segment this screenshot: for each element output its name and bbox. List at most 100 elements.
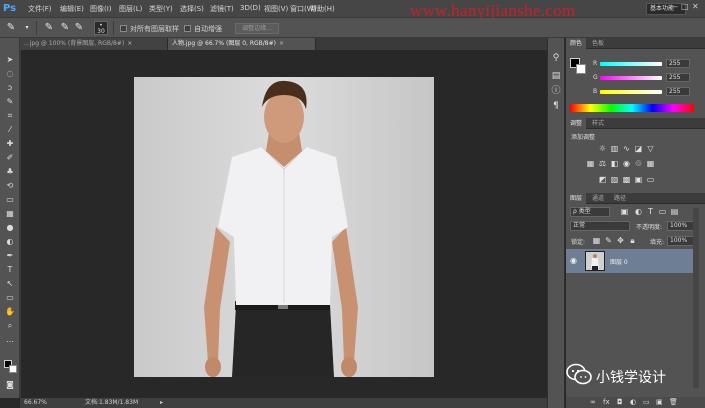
lasso-tool-icon[interactable]: ↄ xyxy=(4,83,16,93)
crop-tool-icon[interactable]: ⌗ xyxy=(4,111,16,121)
history-brush-tool-icon[interactable]: ⟲ xyxy=(4,181,16,191)
blend-mode-select[interactable]: 正常 xyxy=(570,221,630,231)
edit-toolbar-icon[interactable]: … xyxy=(4,335,16,345)
healing-brush-tool-icon[interactable]: ✚ xyxy=(4,139,16,149)
tool-preset-dropdown-icon[interactable]: ▾ xyxy=(20,21,34,35)
background-color-swatch[interactable] xyxy=(9,365,17,373)
quick-selection-tool-icon[interactable]: ✎ xyxy=(4,97,16,107)
green-slider[interactable] xyxy=(600,76,662,80)
brightness-icon[interactable]: ☼ xyxy=(598,144,607,153)
filter-smart-object-icon[interactable]: ▤ xyxy=(670,207,679,216)
selective-color-icon[interactable]: ▣ xyxy=(634,175,643,184)
marquee-tool-icon[interactable]: ◌ xyxy=(4,69,16,79)
green-value-field[interactable]: 255 xyxy=(666,73,690,82)
eyedropper-tool-icon[interactable]: ⁄ xyxy=(4,125,16,135)
vibrance-icon[interactable]: ▽ xyxy=(646,144,655,153)
new-layer-icon[interactable]: ▣ xyxy=(656,398,663,406)
zoom-level-field[interactable]: 66.67% xyxy=(24,398,47,407)
menu-layer[interactable]: 图层(L) xyxy=(119,4,142,14)
hand-tool-icon[interactable]: ✋ xyxy=(4,307,16,317)
channel-mixer-icon[interactable]: ♲ xyxy=(634,159,643,168)
red-value-field[interactable]: 255 xyxy=(666,59,690,68)
add-to-selection-icon[interactable]: ✎ xyxy=(58,21,72,35)
tab-swatches[interactable]: 色板 xyxy=(588,38,608,49)
blue-value-field[interactable]: 255 xyxy=(666,87,690,96)
filter-type-icon[interactable]: T xyxy=(646,207,655,216)
tab-document-1[interactable]: ...jpg @ 100% (背景图层, RGB/8#) × xyxy=(20,38,168,50)
sample-all-layers-checkbox[interactable] xyxy=(120,25,127,32)
curves-icon[interactable]: ∿ xyxy=(622,144,631,153)
color-lookup-icon[interactable]: ▦ xyxy=(646,159,655,168)
refine-edge-button[interactable]: 调整边缘... xyxy=(235,23,279,34)
tab-document-2[interactable]: 人物.jpg @ 66.7% (图层 0, RGB/8#) × xyxy=(168,38,316,50)
minimize-icon[interactable]: — xyxy=(670,2,678,14)
close-tab-icon[interactable]: × xyxy=(279,40,284,47)
hue-saturation-icon[interactable]: ▦ xyxy=(586,159,595,168)
type-tool-icon[interactable]: T xyxy=(4,265,16,275)
tab-styles[interactable]: 样式 xyxy=(588,118,608,129)
layer-name[interactable]: 图层 0 xyxy=(610,257,628,266)
link-layers-icon[interactable]: ∞ xyxy=(590,398,596,406)
layer-filter-select[interactable]: ρ 类型 xyxy=(570,207,610,217)
info-panel-icon[interactable]: ⓘ xyxy=(550,85,562,97)
zoom-tool-icon[interactable]: ⌕ xyxy=(4,321,16,331)
auto-enhance-checkbox[interactable] xyxy=(184,25,191,32)
delete-layer-icon[interactable]: 🗑︎ xyxy=(669,398,678,406)
new-group-icon[interactable]: ▭ xyxy=(643,398,650,406)
threshold-icon[interactable]: ▩ xyxy=(622,175,631,184)
workspace-select[interactable]: 基本功能 xyxy=(646,3,686,15)
tab-adjustments[interactable]: 调整 xyxy=(566,118,587,129)
close-tab-icon[interactable]: × xyxy=(127,40,132,47)
add-mask-icon[interactable]: ◘ xyxy=(617,398,623,406)
lock-position-icon[interactable]: ✥ xyxy=(616,236,625,245)
gradient-map-icon[interactable]: ▭ xyxy=(646,175,655,184)
menu-filter[interactable]: 滤镜(T) xyxy=(210,4,234,14)
subtract-from-selection-icon[interactable]: ✎ xyxy=(72,21,86,35)
quick-selection-tool-icon[interactable]: ✎ xyxy=(4,21,18,35)
layer-style-icon[interactable]: fx xyxy=(603,398,610,406)
visibility-eye-icon[interactable]: ◉ xyxy=(570,256,577,265)
move-tool-icon[interactable]: ➤ xyxy=(4,55,16,65)
tab-layers[interactable]: 图层 xyxy=(566,193,587,204)
posterize-icon[interactable]: ▨ xyxy=(610,175,619,184)
color-balance-icon[interactable]: ⚖ xyxy=(598,159,607,168)
brush-tool-icon[interactable]: ✐ xyxy=(4,153,16,163)
dodge-tool-icon[interactable]: ◐ xyxy=(4,237,16,247)
pen-tool-icon[interactable]: ✒ xyxy=(4,251,16,261)
history-panel-icon[interactable]: ⚲ xyxy=(550,52,562,64)
new-selection-icon[interactable]: ✎ xyxy=(42,21,56,35)
gradient-tool-icon[interactable]: ▦ xyxy=(4,209,16,219)
blue-slider[interactable] xyxy=(600,90,662,94)
document-image[interactable] xyxy=(134,77,434,377)
filter-adjustment-icon[interactable]: ◐ xyxy=(634,207,643,216)
close-icon[interactable]: ✕ xyxy=(692,2,700,14)
exposure-icon[interactable]: ◪ xyxy=(634,144,643,153)
fill-field[interactable]: 100% xyxy=(667,236,695,246)
menu-view[interactable]: 视图(V) xyxy=(264,4,288,14)
menu-help[interactable]: 帮助(H) xyxy=(310,4,335,14)
lock-all-icon[interactable]: 🔒︎ xyxy=(628,236,637,245)
clone-stamp-tool-icon[interactable]: ♣ xyxy=(4,167,16,177)
properties-panel-icon[interactable]: ▤ xyxy=(550,70,562,82)
color-spectrum-bar[interactable] xyxy=(570,104,694,112)
lock-transparent-icon[interactable]: ▦ xyxy=(592,236,601,245)
quick-mask-icon[interactable]: ◙ xyxy=(4,380,16,390)
status-menu-arrow-icon[interactable]: ▸ xyxy=(160,398,163,407)
blur-tool-icon[interactable]: ● xyxy=(4,223,16,233)
background-color-swatch[interactable] xyxy=(576,64,586,74)
maximize-icon[interactable]: □ xyxy=(681,2,689,14)
tab-channels[interactable]: 通道 xyxy=(588,193,608,204)
menu-select[interactable]: 选择(S) xyxy=(180,4,204,14)
layers-scrollbar[interactable] xyxy=(693,208,699,388)
tab-color[interactable]: 颜色 xyxy=(566,38,587,49)
tab-paths[interactable]: 路径 xyxy=(610,193,630,204)
menu-image[interactable]: 图像(I) xyxy=(90,4,112,14)
red-slider[interactable] xyxy=(600,62,662,66)
eraser-tool-icon[interactable]: ▭ xyxy=(4,195,16,205)
shape-tool-icon[interactable]: ▭ xyxy=(4,293,16,303)
filter-pixel-icon[interactable]: ▣ xyxy=(620,207,629,216)
menu-file[interactable]: 文件(F) xyxy=(28,4,52,14)
photo-filter-icon[interactable]: ◉ xyxy=(622,159,631,168)
brush-size-picker[interactable]: • 30 xyxy=(94,21,108,35)
lock-image-icon[interactable]: ✎ xyxy=(604,236,613,245)
